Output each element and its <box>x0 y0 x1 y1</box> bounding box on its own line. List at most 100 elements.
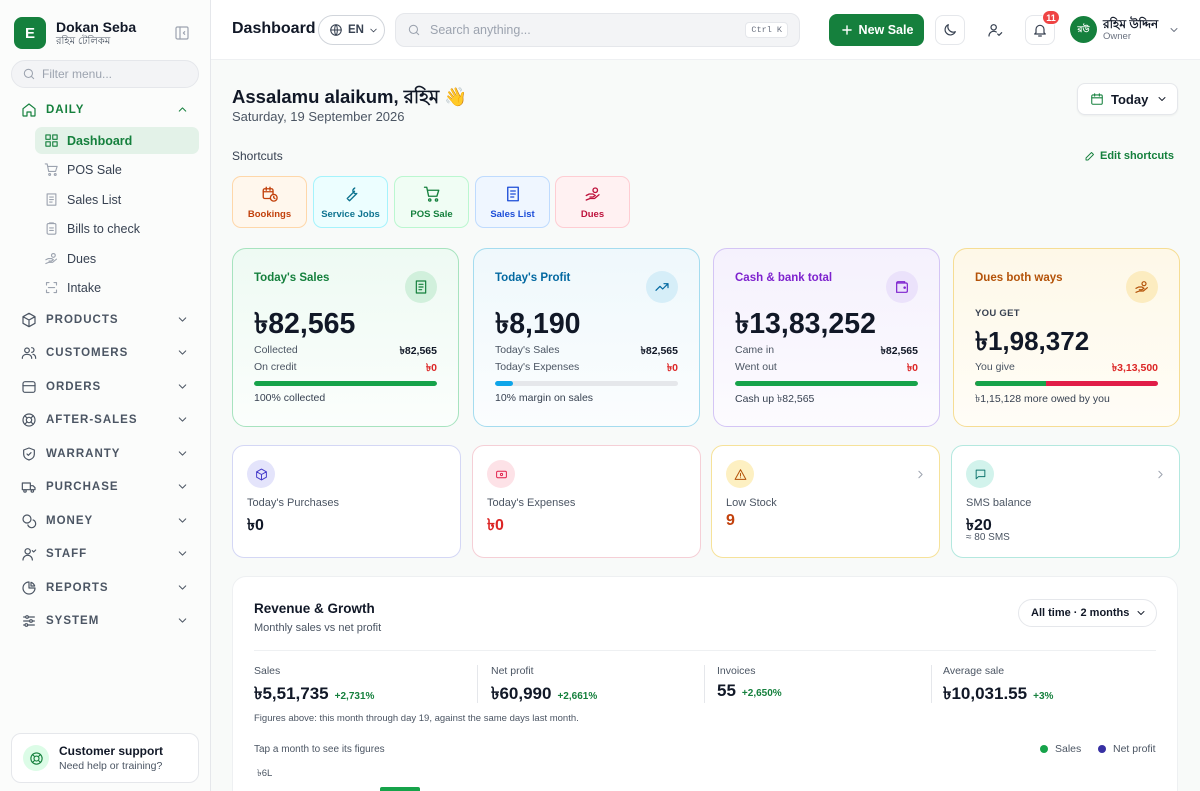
progress-bar <box>254 381 437 386</box>
sidebar-item-intake[interactable]: Intake <box>35 274 199 301</box>
edit-shortcuts-label: Edit shortcuts <box>1100 150 1174 162</box>
stat-title: Today's Sales <box>254 272 330 284</box>
shortcut-label: Bookings <box>247 209 292 220</box>
sidebar-item-dashboard[interactable]: Dashboard <box>35 127 199 154</box>
user-check-button[interactable] <box>980 15 1010 45</box>
chevron-up-icon <box>178 107 187 112</box>
customer-support-card[interactable]: Customer support Need help or training? <box>11 733 199 783</box>
revenue-note: Figures above: this month through day 19… <box>254 713 579 724</box>
filter-menu-field[interactable] <box>11 60 199 88</box>
sidebar-section-after-sales[interactable]: AFTER-SALES <box>21 411 189 429</box>
stat-card-dues-both-ways[interactable]: Dues both ways YOU GET ৳1,98,372 You giv… <box>953 248 1180 427</box>
mini-card-sms-balance[interactable]: SMS balance ৳20 ≈ 80 SMS <box>951 445 1180 558</box>
chevron-down-icon <box>178 551 187 556</box>
sidebar-item-dues[interactable]: Dues <box>35 245 199 272</box>
global-search[interactable]: Ctrl K <box>395 13 800 47</box>
notification-badge: 11 <box>1042 10 1060 25</box>
stat-card-todays-profit[interactable]: Today's Profit ৳8,190 Today's Sales ৳82,5… <box>473 248 700 427</box>
chevron-down-icon <box>178 618 187 623</box>
kpi-value: ৳60,990 <box>491 684 552 703</box>
shortcut-dues[interactable]: Dues <box>555 176 630 228</box>
shortcuts-title: Shortcuts <box>232 149 283 163</box>
stat-footer: 10% margin on sales <box>495 392 594 404</box>
stat-card-cash-bank-total[interactable]: Cash & bank total ৳13,83,252 Came in ৳82,… <box>713 248 940 427</box>
legend-sales[interactable]: Sales <box>1040 743 1081 755</box>
language-selector[interactable]: EN <box>318 15 385 45</box>
sidebar-item-label: Sales List <box>67 192 122 207</box>
stat-row: Came in ৳82,565 <box>735 344 918 361</box>
theme-toggle-button[interactable] <box>935 15 965 45</box>
sidebar-item-pos-sale[interactable]: POS Sale <box>35 156 199 183</box>
legend-net-profit[interactable]: Net profit <box>1098 743 1156 755</box>
stat-row: Collected ৳82,565 <box>254 344 437 361</box>
sidebar-section-label: STAFF <box>46 548 88 560</box>
search-input[interactable] <box>430 23 730 37</box>
sidebar-section-daily[interactable]: DAILY <box>21 101 189 119</box>
sidebar-section-money[interactable]: MONEY <box>21 512 189 530</box>
sidebar-item-bills-to-check[interactable]: Bills to check <box>35 215 199 242</box>
revenue-range-value: All time · 2 months <box>1031 607 1130 619</box>
clipboard-icon <box>46 222 57 235</box>
shortcut-label: Service Jobs <box>321 209 380 220</box>
brand-name: Dokan Seba <box>56 18 137 35</box>
kpi-separator <box>704 665 705 703</box>
brand[interactable]: E Dokan Seba রহিম টেলিকম <box>14 17 136 49</box>
sidebar-section-label: ORDERS <box>46 381 102 393</box>
kpi-label: Net profit <box>491 665 534 677</box>
receipt-icon <box>506 186 519 202</box>
period-selector[interactable]: Today <box>1077 83 1178 115</box>
period-value: Today <box>1111 91 1149 107</box>
chevron-right-icon[interactable] <box>1154 468 1167 481</box>
mini-card-todays-purchases[interactable]: Today's Purchases ৳0 <box>232 445 461 558</box>
shortcut-service-jobs[interactable]: Service Jobs <box>313 176 388 228</box>
plus-icon <box>841 25 852 35</box>
chevron-down-icon <box>370 28 377 32</box>
user-menu[interactable]: রউ রহিম উদ্দিন Owner <box>1070 16 1180 43</box>
sidebar-section-customers[interactable]: CUSTOMERS <box>21 344 189 362</box>
alert-triangle-icon <box>726 460 754 488</box>
chart-bar-sales[interactable] <box>380 787 420 791</box>
sidebar-section-products[interactable]: PRODUCTS <box>21 311 189 329</box>
shortcut-pos-sale[interactable]: POS Sale <box>394 176 469 228</box>
sidebar-section-orders[interactable]: ORDERS <box>21 378 189 396</box>
chevron-down-icon <box>178 451 187 456</box>
stat-row-value: ৳0 <box>666 362 678 374</box>
globe-icon <box>330 24 342 36</box>
mini-card-low-stock[interactable]: Low Stock 9 <box>711 445 940 558</box>
sidebar-collapse-icon[interactable] <box>174 25 190 41</box>
box-icon <box>22 312 36 328</box>
sidebar-section-warranty[interactable]: WARRANTY <box>21 445 189 463</box>
mini-card-todays-expenses[interactable]: Today's Expenses ৳0 <box>472 445 701 558</box>
shortcut-bookings[interactable]: Bookings <box>232 176 307 228</box>
sidebar-section-label: AFTER-SALES <box>46 414 138 426</box>
mini-card-title: Low Stock <box>726 497 777 509</box>
edit-shortcuts-link[interactable]: Edit shortcuts <box>1084 150 1174 162</box>
sidebar-section-system[interactable]: SYSTEM <box>21 612 189 630</box>
chevron-down-icon <box>1137 611 1145 615</box>
stat-kicker: YOU GET <box>975 308 1020 319</box>
stat-card-todays-sales[interactable]: Today's Sales ৳82,565 Collected ৳82,565 O… <box>232 248 459 427</box>
stat-row-label: You give <box>975 361 1015 373</box>
sidebar-section-purchase[interactable]: PURCHASE <box>21 478 189 496</box>
revenue-range-selector[interactable]: All time · 2 months <box>1018 599 1157 627</box>
filter-menu-input[interactable] <box>42 67 192 81</box>
cart-icon <box>423 186 439 202</box>
lifebuoy-icon <box>22 413 36 427</box>
shortcut-sales-list[interactable]: Sales List <box>475 176 550 228</box>
chevron-right-icon[interactable] <box>914 468 927 481</box>
user-check-icon <box>988 24 1003 37</box>
sidebar-section-label: PURCHASE <box>46 481 119 493</box>
stat-row-label: Went out <box>735 361 777 373</box>
sidebar-item-sales-list[interactable]: Sales List <box>35 186 199 213</box>
sidebar-section-staff[interactable]: STAFF <box>21 545 189 563</box>
divider <box>254 650 1156 651</box>
new-sale-button[interactable]: New Sale <box>829 14 924 46</box>
calendar-icon <box>1091 93 1103 105</box>
stat-row: Today's Expenses ৳0 <box>495 361 678 378</box>
support-title: Customer support <box>59 744 164 758</box>
stat-row-label: Today's Expenses <box>495 361 580 373</box>
wallet-icon <box>886 271 918 303</box>
search-icon <box>408 24 420 36</box>
grid-icon <box>45 134 58 147</box>
sidebar-section-reports[interactable]: REPORTS <box>21 579 189 597</box>
